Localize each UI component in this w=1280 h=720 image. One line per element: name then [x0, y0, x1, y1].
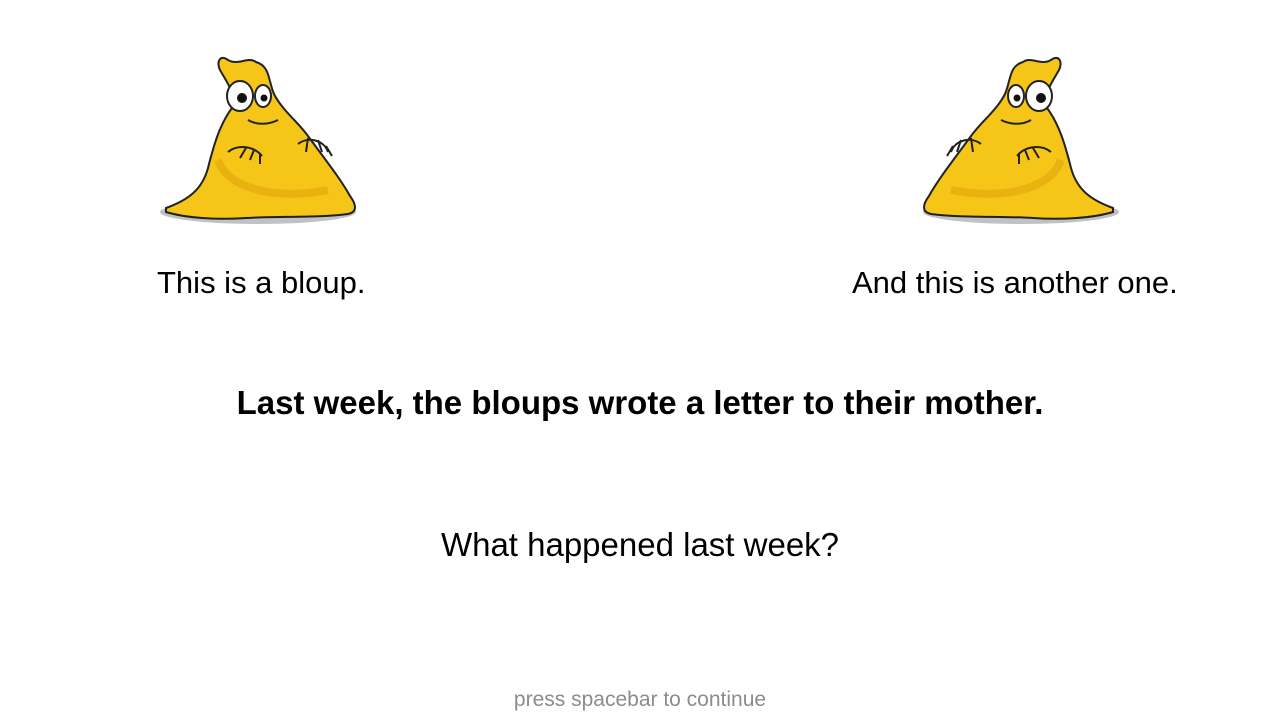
bloup-creature-icon	[923, 56, 1119, 224]
bloup-right-illustration	[916, 40, 1121, 232]
slide[interactable]: This is a bloup. And this is another one…	[0, 0, 1280, 720]
comprehension-question: What happened last week?	[440, 526, 840, 563]
right-creature-caption: And this is another one.	[852, 265, 1178, 300]
story-statement: Last week, the bloups wrote a letter to …	[236, 384, 1044, 421]
bloup-left-illustration	[158, 40, 363, 232]
bloup-creature-icon	[160, 56, 356, 224]
continue-hint: press spacebar to continue	[513, 688, 767, 711]
left-creature-caption: This is a bloup.	[157, 265, 366, 300]
